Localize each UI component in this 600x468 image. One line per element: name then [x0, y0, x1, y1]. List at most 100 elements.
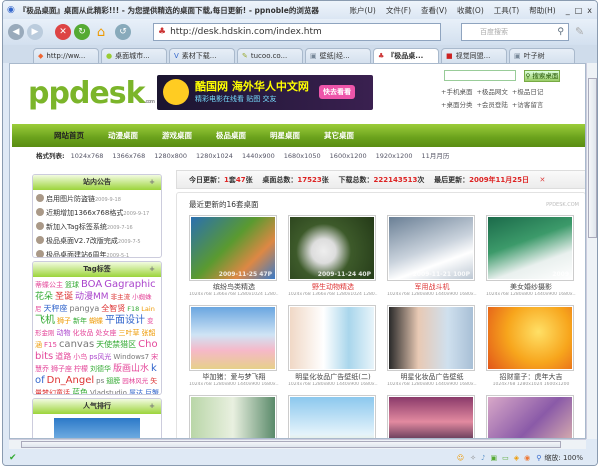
quick-link[interactable]: 桌面分类 [446, 101, 472, 109]
format-link[interactable]: 1680x1050 [284, 152, 321, 160]
notice-item[interactable]: 近期增加1366x768格式2009-9-17 [36, 207, 158, 221]
format-link[interactable]: 1920x1200 [376, 152, 413, 160]
wallpaper-caption[interactable]: 毕加猪：爱与梦飞翔 [189, 372, 279, 382]
image-icon[interactable]: ▣ [491, 454, 498, 462]
zoom-icon[interactable]: ⚲ [536, 454, 541, 462]
quick-link[interactable]: 会员登陆 [482, 101, 508, 109]
tab-label[interactable]: 壁纸|经... [320, 51, 350, 61]
quick-link[interactable]: 极品网文 [482, 88, 508, 96]
tab-label[interactable]: 叶子树 [524, 51, 545, 61]
home-icon[interactable]: ⌂ [93, 24, 109, 40]
wallpaper-caption[interactable]: 美女婚纱摄影 [486, 282, 576, 292]
menu-item[interactable]: 查看(V) [421, 6, 447, 15]
tag-link[interactable]: 版画山水 [113, 364, 149, 374]
wallpaper-thumbnail[interactable]: 2009-11-21 100P [387, 215, 475, 281]
tag-link[interactable]: 天秤座 [44, 304, 68, 313]
tab[interactable]: V 素材下载... [169, 48, 235, 63]
close-icon[interactable]: ✕ [539, 176, 545, 184]
search-icon[interactable]: ⚲ [557, 27, 564, 37]
banner-button[interactable]: 快去看看 [319, 85, 355, 99]
tag-link[interactable]: 处女座 [96, 329, 117, 337]
site-search-input[interactable] [444, 70, 516, 81]
popular-thumbnail[interactable] [54, 418, 140, 438]
quick-link[interactable]: 访客留言 [517, 101, 543, 109]
tag-link[interactable]: 蝴蝶 [89, 317, 103, 325]
search-box[interactable]: 百度搜索 ⚲ [461, 23, 569, 41]
wallpaper-thumbnail[interactable]: 2009 [486, 215, 574, 281]
wallpaper-card[interactable] [288, 395, 378, 438]
format-link[interactable]: 1366x768 [112, 152, 145, 160]
tag-link[interactable]: 柠檬 [74, 365, 88, 373]
tab[interactable]: ▣ 叶子树 [509, 48, 575, 63]
notice-item[interactable]: 极品桌面V2.7改版完成2009-7-5 [36, 235, 158, 249]
menu-item[interactable]: 工具(T) [494, 6, 519, 15]
tag-link[interactable]: F18 [127, 305, 139, 313]
wallpaper-card[interactable] [189, 395, 279, 438]
zoom-level[interactable]: 缩放: 100% [544, 453, 583, 463]
tag-link[interactable]: 飞机 [35, 315, 55, 326]
wallpaper-thumbnail[interactable] [288, 305, 376, 371]
tag-link[interactable]: 天使禁猎区 [96, 340, 136, 349]
wallpaper-card[interactable]: 毕加猪：爱与梦飞翔 1024x768 1280x800 1440x900 1680… [189, 305, 279, 387]
tag-link[interactable]: 新年 [73, 317, 87, 325]
tag-link[interactable]: Lain [141, 305, 155, 313]
notice-text[interactable]: 极品桌面建站6周年 [46, 251, 106, 257]
tag-link[interactable]: 花朵 [35, 292, 53, 302]
wallpaper-thumbnail[interactable] [288, 395, 376, 438]
quick-link[interactable]: 手机桌面 [446, 88, 472, 96]
ad-banner[interactable]: 酷国网 海外华人中文网 精彩电影在线看 贴图 交友 快去看看 [157, 75, 373, 110]
screen-icon[interactable]: ▭ [502, 454, 509, 462]
wallpaper-card[interactable]: 2009-11-21 100P 军用战斗机 1024x768 1280x800 14… [387, 215, 477, 297]
shield-icon[interactable]: ◈ [514, 454, 519, 462]
wallpaper-caption[interactable]: 明星化妆品广告壁纸 [387, 372, 477, 382]
tag-link[interactable]: 道路 [55, 352, 71, 361]
tab[interactable]: ✎ tucoo.co... [237, 48, 303, 63]
tag-link[interactable]: 狮子 [57, 317, 71, 325]
stop-icon[interactable]: ✕ [55, 24, 71, 40]
wallpaper-thumbnail[interactable] [387, 395, 475, 438]
nav-item[interactable]: 极品桌面 [216, 130, 270, 141]
site-search-button[interactable]: ⚲ 搜索桌面 [524, 70, 560, 82]
wallpaper-thumbnail[interactable]: 2009-11-25 47P [189, 215, 277, 281]
tag-link[interactable]: 刘德华 [90, 365, 111, 373]
wallpaper-caption[interactable]: 野生动物精选 [288, 282, 378, 292]
tag-link[interactable]: 蒂蝶公主 [35, 281, 63, 289]
tag-link[interactable]: Gagraphic [104, 279, 155, 290]
format-link[interactable]: 1600x1200 [330, 152, 367, 160]
tag-link[interactable]: canvas [59, 339, 94, 350]
tab-label[interactable]: tucoo.co... [251, 52, 287, 60]
tag-link[interactable]: 翅膀 [106, 377, 120, 385]
forward-icon[interactable]: ▶ [27, 24, 43, 40]
wallpaper-card[interactable] [486, 395, 576, 438]
tab[interactable]: ■ 视觉同盟... [441, 48, 507, 63]
wallpaper-card[interactable]: 招财童子：虎年大吉 1024x768 1280x1024 1600x1200 [486, 305, 576, 387]
collapse-icon[interactable]: + [149, 175, 155, 190]
wallpaper-thumbnail[interactable] [486, 305, 574, 371]
tab[interactable]: ◆ http://ww... [33, 48, 99, 63]
menu-item[interactable]: 帮助(H) [529, 6, 556, 15]
tag-link[interactable]: Dn_Angel [47, 375, 95, 386]
menu-item[interactable]: 账户(U) [350, 6, 376, 15]
tag-link[interactable]: ps风光 [89, 353, 111, 361]
nav-item[interactable]: 游戏桌面 [162, 130, 216, 141]
nav-item[interactable]: 其它桌面 [324, 130, 378, 141]
edit-icon[interactable]: ✎ [575, 25, 584, 38]
refresh-icon[interactable]: ↻ [74, 24, 90, 40]
wallpaper-thumbnail[interactable] [486, 395, 574, 438]
wallpaper-thumbnail[interactable] [387, 305, 475, 371]
vertical-scrollbar[interactable] [586, 63, 597, 439]
nav-item[interactable]: 动漫桌面 [108, 130, 162, 141]
history-icon[interactable]: ↺ [115, 24, 131, 40]
tag-link[interactable]: 动物 [57, 329, 71, 337]
wallpaper-card[interactable]: 2009-11-25 47P 缤纷鸟类精选 1024x768 1366x768 12… [189, 215, 279, 297]
search-placeholder[interactable]: 百度搜索 [480, 27, 508, 37]
wallpaper-thumbnail[interactable] [189, 305, 277, 371]
back-icon[interactable]: ◀ [8, 24, 24, 40]
tab-label[interactable]: 『极品桌... [387, 51, 423, 61]
notice-text[interactable]: 新加入Tag标签系统 [46, 223, 107, 231]
tag-link[interactable]: ps [96, 377, 104, 385]
pin-icon[interactable]: ✧ [470, 454, 476, 462]
collapse-icon[interactable]: + [149, 262, 155, 277]
maximize-icon[interactable]: □ [575, 6, 583, 15]
tag-link[interactable]: Windows7 [113, 353, 149, 361]
